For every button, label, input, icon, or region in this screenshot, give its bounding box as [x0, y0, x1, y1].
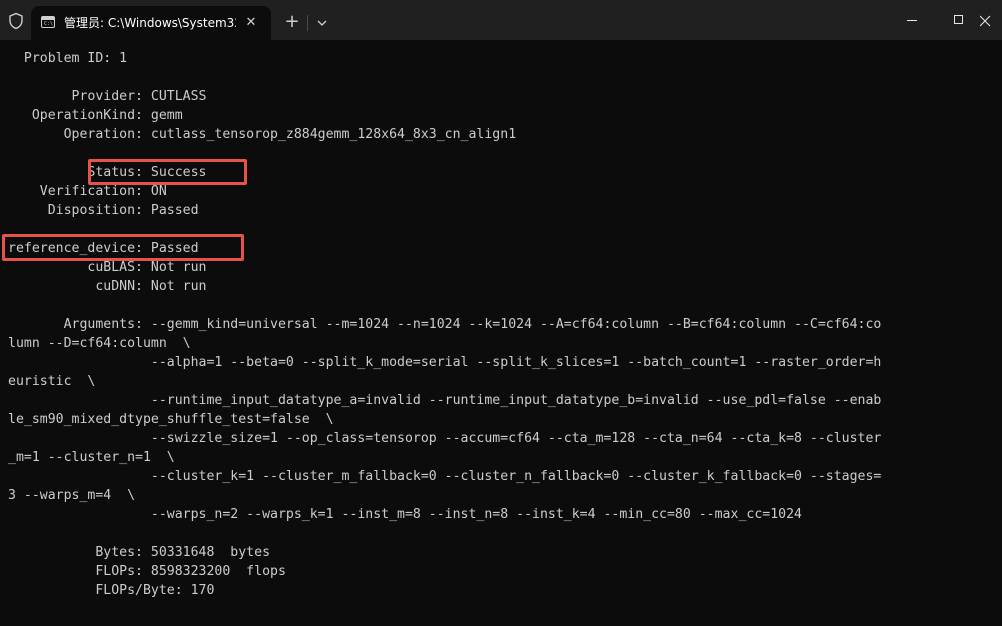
shield-icon — [9, 12, 23, 30]
terminal-line: --warps_n=2 --warps_k=1 --inst_m=8 --ins… — [8, 507, 802, 522]
terminal-line: Arguments: --gemm_kind=universal --m=102… — [8, 317, 882, 332]
terminal-line: FLOPs: 8598323200 flops — [8, 564, 286, 579]
title-bar: C:\ 管理员: C:\Windows\System32 ✕ + — [0, 0, 1002, 40]
terminal-line: --cluster_k=1 --cluster_m_fallback=0 --c… — [8, 469, 882, 484]
status-highlight-box — [88, 159, 247, 185]
tab-title: 管理员: C:\Windows\System32 — [64, 16, 236, 30]
terminal-line: euristic \ — [8, 374, 96, 389]
terminal-line: Problem ID: 1 — [8, 51, 128, 66]
terminal-line: lumn --D=cf64:column \ — [8, 336, 191, 351]
minimize-icon[interactable] — [888, 6, 934, 34]
close-icon[interactable]: ✕ — [242, 14, 260, 32]
terminal-line: Disposition: Passed — [8, 203, 199, 218]
window-close-icon[interactable] — [980, 6, 1002, 34]
plus-icon[interactable]: + — [282, 12, 302, 32]
terminal-line: _m=1 --cluster_n=1 \ — [8, 450, 175, 465]
terminal-line: cuDNN: Not run — [8, 279, 207, 294]
terminal-line: --runtime_input_datatype_a=invalid --run… — [8, 393, 882, 408]
reference-device-highlight-box — [2, 234, 244, 261]
maximize-icon[interactable] — [934, 6, 980, 34]
terminal-line: le_sm90_mixed_dtype_shuffle_test=false \ — [8, 412, 334, 427]
terminal-line: --alpha=1 --beta=0 --split_k_mode=serial… — [8, 355, 882, 370]
terminal-tab[interactable]: C:\ 管理员: C:\Windows\System32 ✕ — [31, 6, 271, 40]
terminal-line: --swizzle_size=1 --op_class=tensorop --a… — [8, 431, 882, 446]
terminal-icon: C:\ — [41, 16, 55, 28]
tab-divider — [307, 15, 308, 31]
chevron-down-icon[interactable] — [313, 14, 331, 32]
terminal-line: Provider: CUTLASS — [8, 89, 207, 104]
terminal-line: 3 --warps_m=4 \ — [8, 488, 136, 503]
terminal-line: FLOPs/Byte: 170 — [8, 583, 215, 598]
terminal-line: Bytes: 50331648 bytes — [8, 545, 271, 560]
terminal-line: OperationKind: gemm — [8, 108, 183, 123]
terminal-line: Operation: cutlass_tensorop_z884gemm_128… — [8, 127, 517, 142]
terminal-output[interactable]: Problem ID: 1 Provider: CUTLASS Operatio… — [0, 40, 1002, 626]
